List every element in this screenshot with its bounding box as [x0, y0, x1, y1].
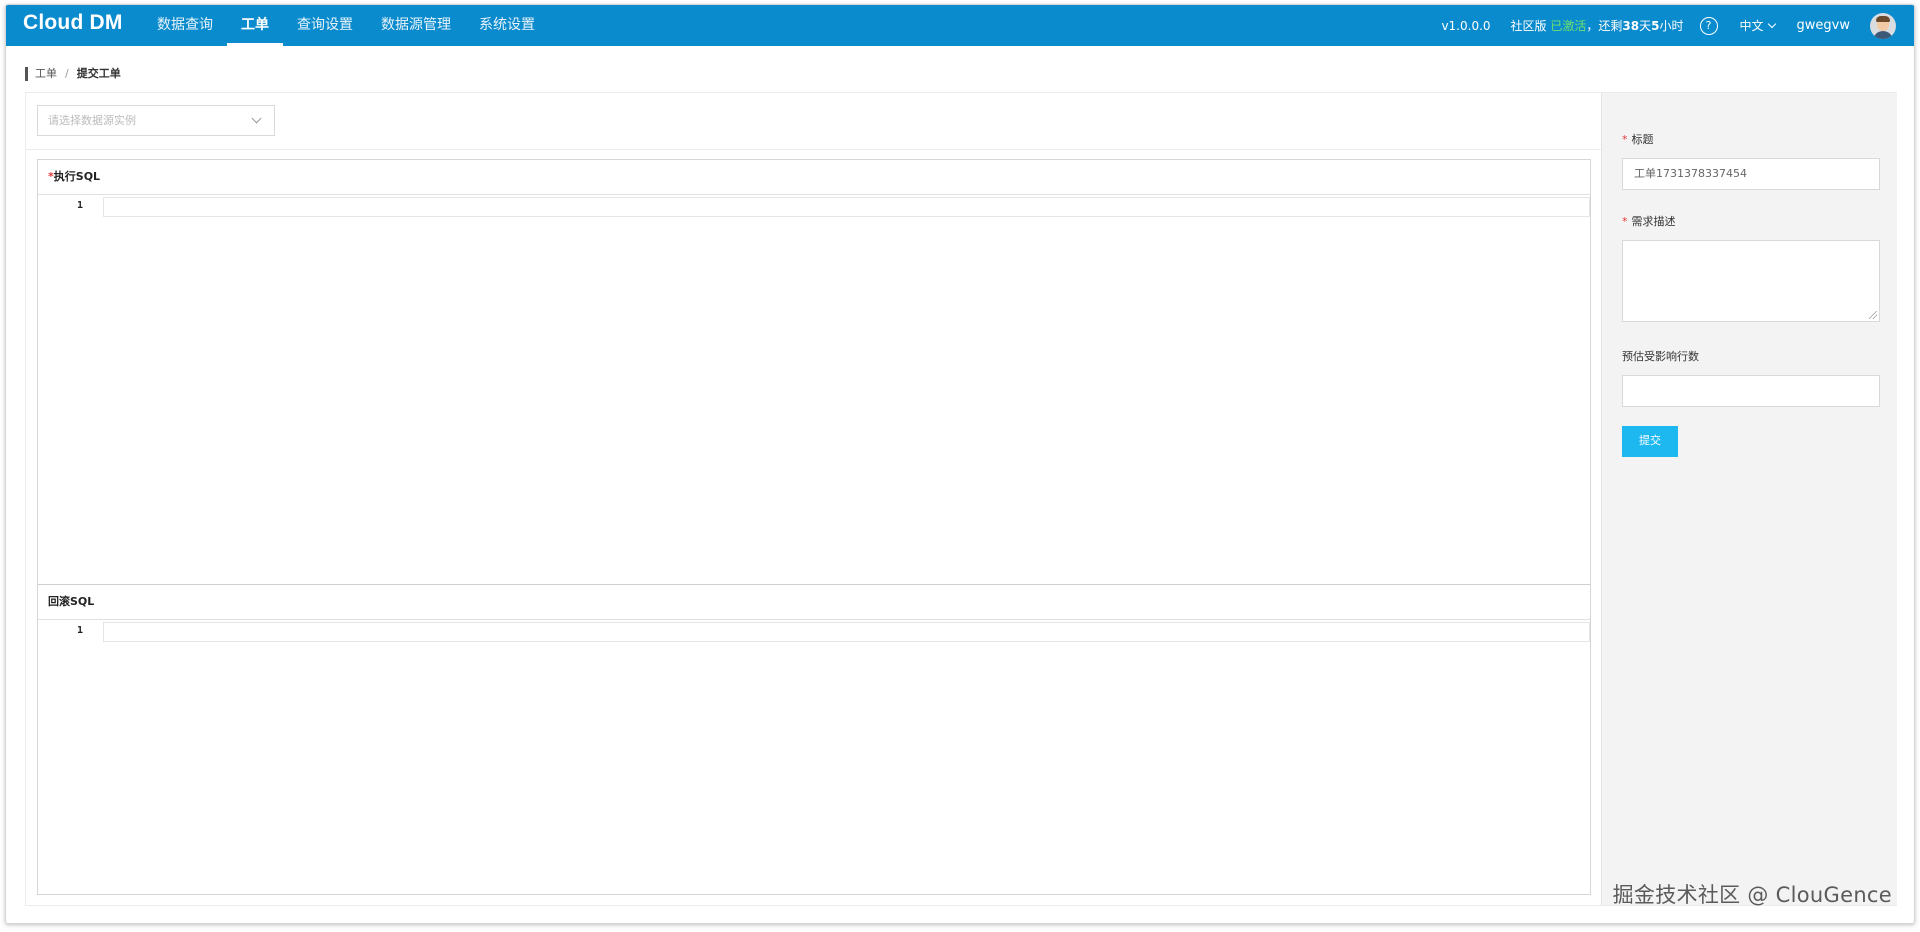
main-nav: 数据查询 工单 查询设置 数据源管理 系统设置	[143, 5, 549, 46]
breadcrumb-current: 提交工单	[76, 67, 121, 80]
title-input-value: 工单1731378337454	[1634, 167, 1747, 180]
rollback-sql-line-number: 1	[76, 625, 83, 636]
sql-panel: 请选择数据源实例 *执行SQL 1 回滚SQL 1	[26, 93, 1601, 905]
affected-rows-label: 预估受影响行数	[1622, 350, 1699, 363]
title-label: * 标题	[1622, 133, 1654, 146]
required-mark: *	[1622, 133, 1628, 146]
breadcrumb-parent[interactable]: 工单	[35, 67, 57, 80]
ticket-form-container: 请选择数据源实例 *执行SQL 1 回滚SQL 1 * 标题 工单1731378…	[25, 92, 1897, 906]
resize-handle-icon[interactable]	[1869, 311, 1877, 319]
description-label: * 需求描述	[1622, 215, 1676, 228]
exec-sql-line-number: 1	[76, 200, 83, 211]
top-right-area: v1.0.0.0 社区版 已激活，还剩38天5小时 ? 中文 gwegvw	[1441, 5, 1914, 46]
license-status: 社区版 已激活，还剩38天5小时	[1510, 19, 1684, 33]
license-days: 38	[1622, 19, 1640, 33]
top-bar: Cloud DM 数据查询 工单 查询设置 数据源管理 系统设置 v1.0.0.…	[6, 5, 1914, 46]
chevron-down-icon	[1767, 19, 1776, 28]
nav-item-system-settings[interactable]: 系统设置	[465, 5, 549, 46]
help-icon[interactable]: ?	[1699, 16, 1718, 35]
license-activated: 已激活	[1550, 19, 1587, 33]
datasource-select-placeholder: 请选择数据源实例	[48, 114, 136, 127]
license-hours: 5	[1651, 19, 1660, 33]
title-input[interactable]: 工单1731378337454	[1622, 158, 1880, 190]
language-label: 中文	[1739, 19, 1764, 33]
nav-item-data-query[interactable]: 数据查询	[143, 5, 227, 46]
exec-sql-editor[interactable]	[103, 197, 1590, 217]
license-edition: 社区版	[1510, 19, 1547, 33]
avatar[interactable]	[1870, 12, 1896, 39]
rollback-sql-label: 回滚SQL	[48, 595, 95, 608]
exec-sql-header: *执行SQL	[38, 160, 1590, 195]
datasource-select[interactable]: 请选择数据源实例	[37, 105, 275, 136]
watermark: 掘金技术社区 @ ClouGence	[1612, 883, 1892, 907]
required-mark: *	[1622, 215, 1628, 228]
breadcrumb-separator: /	[65, 67, 69, 80]
license-hours-unit: 小时	[1659, 19, 1684, 33]
nav-item-datasource-management[interactable]: 数据源管理	[367, 5, 465, 46]
ticket-details-panel: * 标题 工单1731378337454 * 需求描述 预估受影响行数 提交	[1601, 93, 1897, 905]
affected-rows-input[interactable]	[1622, 375, 1880, 407]
description-textarea[interactable]	[1622, 240, 1880, 322]
rollback-sql-editor[interactable]	[103, 622, 1590, 642]
submit-button[interactable]: 提交	[1622, 426, 1678, 457]
license-remaining-prefix: 还剩	[1598, 19, 1623, 33]
chevron-down-icon	[251, 113, 262, 124]
sql-editors: *执行SQL 1 回滚SQL 1	[37, 159, 1591, 895]
app-window: Cloud DM 数据查询 工单 查询设置 数据源管理 系统设置 v1.0.0.…	[5, 4, 1915, 924]
divider	[26, 149, 1601, 150]
nav-item-ticket[interactable]: 工单	[227, 5, 283, 46]
username[interactable]: gwegvw	[1797, 18, 1850, 33]
language-switcher[interactable]: 中文	[1739, 17, 1776, 34]
app-logo[interactable]: Cloud DM	[23, 11, 123, 35]
exec-sql-label: 执行SQL	[53, 170, 101, 183]
version-label: v1.0.0.0	[1441, 18, 1491, 33]
rollback-sql-header: 回滚SQL	[38, 585, 1590, 620]
breadcrumb: 工单 / 提交工单	[25, 67, 121, 81]
license-days-unit: 天	[1639, 19, 1652, 33]
nav-item-query-settings[interactable]: 查询设置	[283, 5, 367, 46]
